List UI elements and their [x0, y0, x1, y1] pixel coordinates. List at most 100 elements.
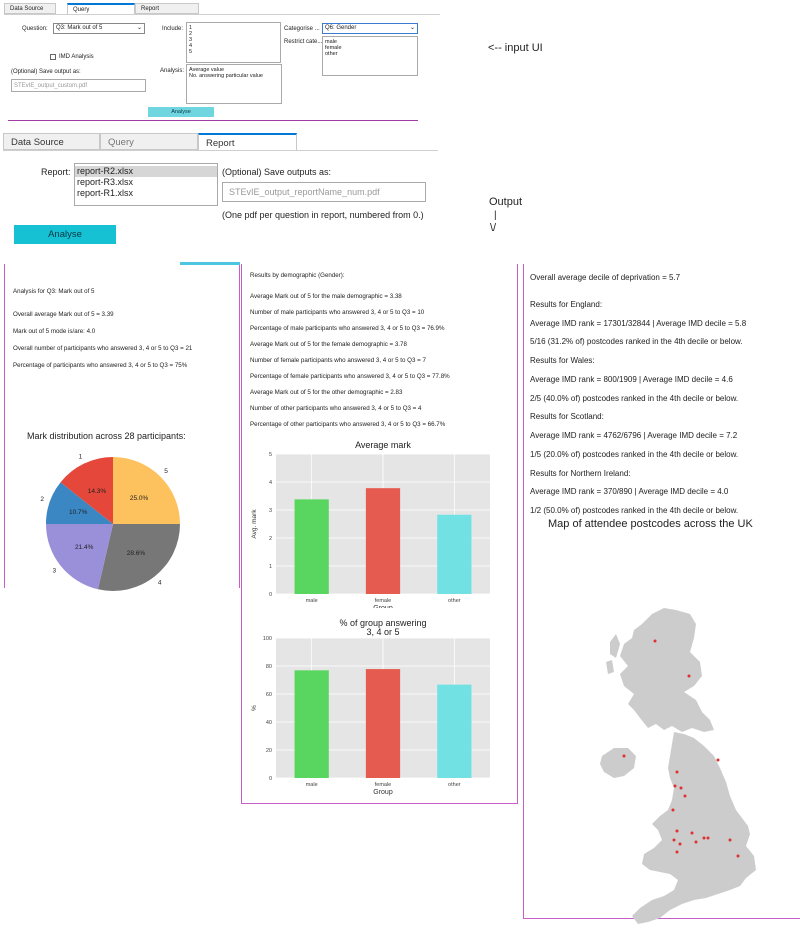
- question-value: Q3: Mark out of 5: [56, 25, 103, 31]
- chart-subtitle: 3, 4 or 5: [366, 627, 399, 637]
- report-file[interactable]: report-R3.xlsx: [75, 177, 217, 188]
- pie-category-label: 2: [40, 496, 44, 503]
- query-tabbar: Data Source Query Report: [4, 3, 444, 14]
- panel2-line: Percentage of other participants who ans…: [250, 421, 446, 428]
- panel3-line: 1/2 (50.0% of) postcodes ranked in the 4…: [530, 506, 739, 515]
- panel2-line: Results by demographic (Gender):: [250, 272, 345, 279]
- postcode-dot: [716, 758, 720, 762]
- map-land-northern-ireland: [600, 748, 636, 778]
- x-tick-label: female: [375, 598, 392, 604]
- x-axis-label: Group: [373, 605, 393, 608]
- pie-category-label: 3: [52, 568, 56, 575]
- panel2-line: Number of other participants who answere…: [250, 405, 422, 412]
- analyse-button[interactable]: Analyse: [14, 225, 116, 244]
- y-tick-label: 20: [266, 748, 272, 754]
- report-tab-divider: [3, 150, 438, 151]
- imd-checkbox[interactable]: [50, 54, 56, 60]
- output-annotation-arrow: \/: [490, 222, 497, 234]
- query-divider: [4, 14, 440, 15]
- analysis-listbox[interactable]: Average value No. answering particular v…: [186, 64, 282, 104]
- x-tick-label: female: [375, 782, 392, 788]
- analyse-label-small: Analyse: [171, 109, 191, 115]
- demographic-results-panel: Results by demographic (Gender): Average…: [241, 264, 518, 804]
- x-tick-label: male: [306, 782, 318, 788]
- categorise-value: Q6: Gender: [325, 25, 357, 31]
- report-save-placeholder: STEvIE_output_reportName_num.pdf: [229, 187, 380, 197]
- tab-data-source[interactable]: Data Source: [4, 3, 56, 14]
- report-tabbar: Data Source Query Report: [3, 133, 438, 150]
- analysis-option[interactable]: No. answering particular value: [187, 73, 281, 79]
- report-file[interactable]: report-R1.xlsx: [75, 188, 217, 199]
- y-tick-label: 5: [269, 452, 272, 458]
- bar: [365, 669, 401, 778]
- panel1-top-accent: [180, 262, 240, 265]
- categorise-select[interactable]: Q6: Gender ⌄: [322, 23, 418, 34]
- report-save-input[interactable]: STEvIE_output_reportName_num.pdf: [222, 182, 426, 202]
- report-note: (One pdf per question in report, numbere…: [222, 210, 424, 220]
- imd-label: IMD Analysis: [59, 54, 94, 60]
- tab-query[interactable]: Query: [67, 3, 135, 14]
- top-ui-underline: [8, 120, 418, 121]
- analysis-label: Analysis:: [160, 68, 185, 74]
- postcode-dot: [728, 838, 732, 842]
- tab-report[interactable]: Report: [135, 3, 199, 14]
- x-tick-label: male: [306, 598, 318, 604]
- include-listbox[interactable]: 1 2 3 4 5: [186, 22, 281, 63]
- tab-query[interactable]: Query: [100, 133, 198, 150]
- panel2-line: Average Mark out of 5 for the female dem…: [250, 341, 407, 348]
- output-annotation-bar: |: [494, 210, 497, 221]
- input-ui-annotation: <-- input UI: [488, 42, 543, 54]
- bar: [294, 499, 329, 594]
- x-tick-label: other: [448, 782, 461, 788]
- report-listbox[interactable]: report-R2.xlsx report-R3.xlsx report-R1.…: [74, 163, 218, 206]
- panel1-line: Analysis for Q3: Mark out of 5: [13, 288, 95, 295]
- categorise-label: Categorise ...: [284, 26, 320, 32]
- panel1-line: Overall average Mark out of 5 = 3.39: [13, 311, 114, 318]
- save-input[interactable]: STEvIE_output_custom.pdf: [11, 79, 146, 92]
- restrict-listbox[interactable]: male female other: [322, 36, 418, 76]
- report-save-label: (Optional) Save outputs as:: [222, 167, 332, 177]
- tab-data-source[interactable]: Data Source: [3, 133, 100, 150]
- restrict-option[interactable]: other: [323, 51, 417, 57]
- pie-percent-label: 10.7%: [69, 509, 88, 516]
- postcode-dot: [736, 854, 740, 858]
- save-label: (Optional) Save output as:: [11, 69, 81, 75]
- include-option[interactable]: 5: [187, 49, 280, 55]
- bar: [437, 684, 472, 778]
- x-axis-label: Group: [373, 789, 393, 796]
- y-tick-label: 60: [266, 692, 272, 698]
- question-select[interactable]: Q3: Mark out of 5 ⌄: [53, 23, 145, 34]
- mark-distribution-pie-chart: 25.0% 5 28.6% 4 21.4% 3 10.7% 2 14.3% 1: [40, 453, 180, 591]
- y-tick-label: 3: [269, 508, 272, 514]
- panel2-line: Percentage of male participants who answ…: [250, 325, 445, 332]
- bar: [294, 670, 329, 778]
- panel2-line: Number of female participants who answer…: [250, 357, 426, 364]
- panel2-line: Number of male participants who answered…: [250, 309, 425, 316]
- panel2-line: Average Mark out of 5 for the male demog…: [250, 293, 402, 300]
- analyse-button-small[interactable]: Analyse: [148, 107, 214, 117]
- include-label: Include:: [162, 26, 184, 32]
- map-land-scotland: [620, 608, 714, 732]
- report-file-selected[interactable]: report-R2.xlsx: [75, 166, 217, 177]
- pie-category-label: 1: [79, 453, 83, 460]
- pie-percent-label: 14.3%: [88, 488, 107, 495]
- postcode-dot: [702, 836, 706, 840]
- y-axis-label: Avg. mark: [251, 509, 258, 539]
- panel3-line: Overall average decile of deprivation = …: [530, 273, 681, 282]
- tab-report[interactable]: Report: [198, 133, 297, 150]
- panel3-line: Results for Scotland:: [530, 412, 604, 421]
- uk-postcode-map: [600, 608, 756, 924]
- question-label: Question:: [22, 26, 48, 32]
- postcode-dot: [679, 786, 683, 790]
- y-tick-label: 1: [269, 564, 272, 570]
- pie-percent-label: 25.0%: [130, 495, 149, 502]
- panel3-line: Average IMD rank = 370/890 | Average IMD…: [530, 487, 729, 496]
- panel3-line: 2/5 (40.0% of) postcodes ranked in the 4…: [530, 394, 739, 403]
- y-tick-label: 100: [263, 636, 272, 642]
- y-tick-label: 2: [269, 536, 272, 542]
- chevron-down-icon: ⌄: [409, 25, 415, 31]
- postcode-dot: [675, 829, 679, 833]
- postcode-dot: [687, 674, 691, 678]
- chevron-down-icon: ⌄: [136, 25, 142, 31]
- pie-percent-label: 28.6%: [127, 550, 146, 557]
